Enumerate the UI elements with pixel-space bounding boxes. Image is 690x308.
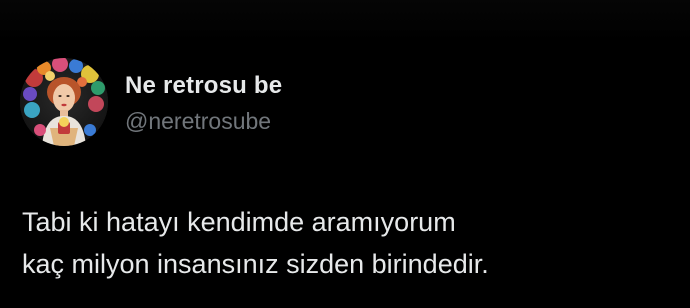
author-display-name[interactable]: Ne retrosu be [125,72,282,100]
author-avatar[interactable] [20,58,108,146]
tweet-text-line: Tabi ki hatayı kendimde aramıyorum [22,207,456,237]
author-handle[interactable]: @neretrosube [125,108,271,135]
tweet-card: Ne retrosu be @neretrosube Tabi ki hatay… [0,0,690,308]
avatar-image [20,58,108,146]
tweet-text-line: kaç milyon insansınız sizden birindedir. [22,249,489,279]
tweet-text: Tabi ki hatayı kendimde aramıyorum kaç m… [22,201,672,285]
